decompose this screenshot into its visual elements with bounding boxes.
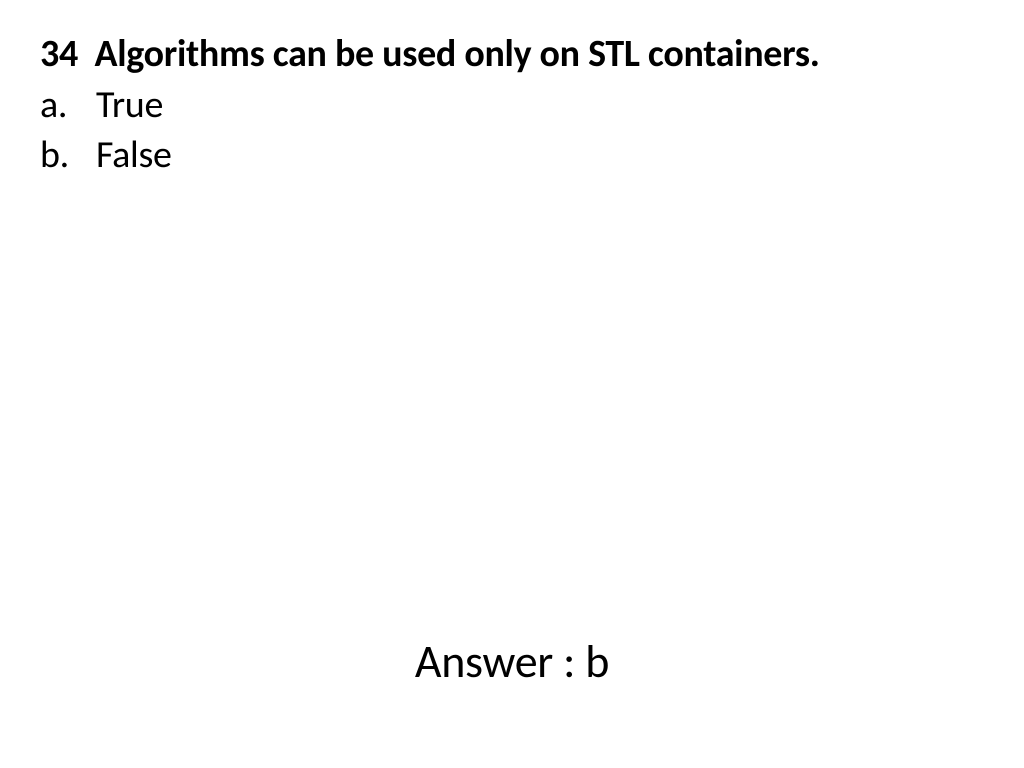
option-text: True — [96, 81, 163, 130]
answer-label: Answer : b — [0, 634, 1024, 690]
option-a: a. True — [40, 81, 984, 130]
question-line: 34 Algorithms can be used only on STL co… — [40, 30, 984, 79]
question-text: Algorithms can be used only on STL conta… — [95, 31, 820, 77]
option-letter: a. — [40, 81, 96, 130]
option-letter: b. — [40, 131, 96, 180]
quiz-slide: 34 Algorithms can be used only on STL co… — [0, 0, 1024, 768]
question-number: 34 — [40, 31, 78, 77]
options-list: a. True b. False — [40, 81, 984, 180]
option-b: b. False — [40, 131, 984, 180]
option-text: False — [96, 131, 172, 180]
